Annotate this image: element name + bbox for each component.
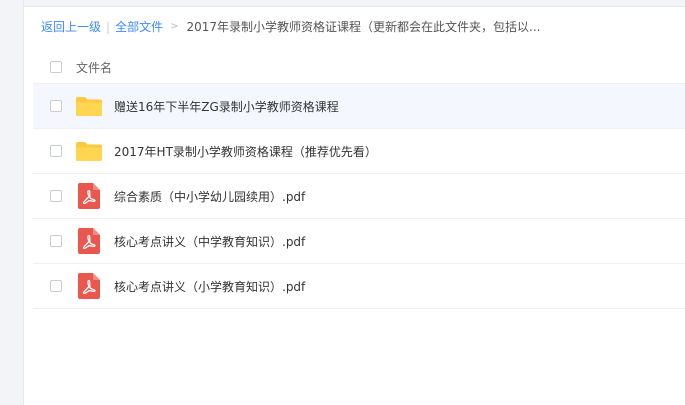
- select-all-checkbox[interactable]: [50, 61, 62, 73]
- file-name[interactable]: 赠送16年下半年ZG录制小学教师资格课程: [114, 98, 339, 115]
- file-name[interactable]: 核心考点讲义（小学教育知识）.pdf: [114, 278, 305, 295]
- file-browser: 返回上一级 | 全部文件 > 2017年录制小学教师资格证课程（更新都会在此文件…: [24, 7, 685, 405]
- file-name[interactable]: 核心考点讲义（中学教育知识）.pdf: [114, 233, 305, 250]
- current-folder-title: 2017年录制小学教师资格证课程（更新都会在此文件夹，包括以...: [186, 20, 541, 34]
- file-row[interactable]: 赠送16年下半年ZG录制小学教师资格课程: [33, 84, 685, 129]
- file-name[interactable]: 综合素质（中小学幼儿园续用）.pdf: [114, 188, 305, 205]
- pdf-icon: [75, 183, 103, 209]
- top-toolbar-strip: [24, 0, 685, 7]
- folder-icon: [75, 139, 103, 163]
- row-checkbox[interactable]: [50, 190, 62, 202]
- pdf-icon: [75, 228, 103, 254]
- folder-icon: [75, 94, 103, 118]
- breadcrumb: 返回上一级 | 全部文件 > 2017年录制小学教师资格证课程（更新都会在此文件…: [41, 19, 540, 35]
- row-checkbox[interactable]: [50, 280, 62, 292]
- file-row[interactable]: 核心考点讲义（中学教育知识）.pdf: [33, 219, 685, 264]
- file-row[interactable]: 核心考点讲义（小学教育知识）.pdf: [33, 264, 685, 309]
- pdf-icon: [75, 273, 103, 299]
- file-row[interactable]: 2017年HT录制小学教师资格课程（推荐优先看）: [33, 129, 685, 174]
- left-sidebar-strip: [0, 0, 24, 405]
- row-checkbox[interactable]: [50, 145, 62, 157]
- column-header-filename[interactable]: 文件名: [76, 59, 112, 76]
- chevron-right-icon: >: [170, 21, 179, 32]
- back-link[interactable]: 返回上一级: [41, 19, 101, 35]
- breadcrumb-separator: |: [106, 20, 111, 34]
- file-row[interactable]: 综合素质（中小学幼儿园续用）.pdf: [33, 174, 685, 219]
- file-list: 赠送16年下半年ZG录制小学教师资格课程 2017年HT录制小学教师资格课程（推…: [33, 83, 685, 309]
- file-name[interactable]: 2017年HT录制小学教师资格课程（推荐优先看）: [114, 143, 377, 160]
- row-checkbox[interactable]: [50, 235, 62, 247]
- file-list-header: 文件名: [33, 51, 685, 83]
- row-checkbox[interactable]: [50, 100, 62, 112]
- all-files-link[interactable]: 全部文件: [115, 19, 163, 35]
